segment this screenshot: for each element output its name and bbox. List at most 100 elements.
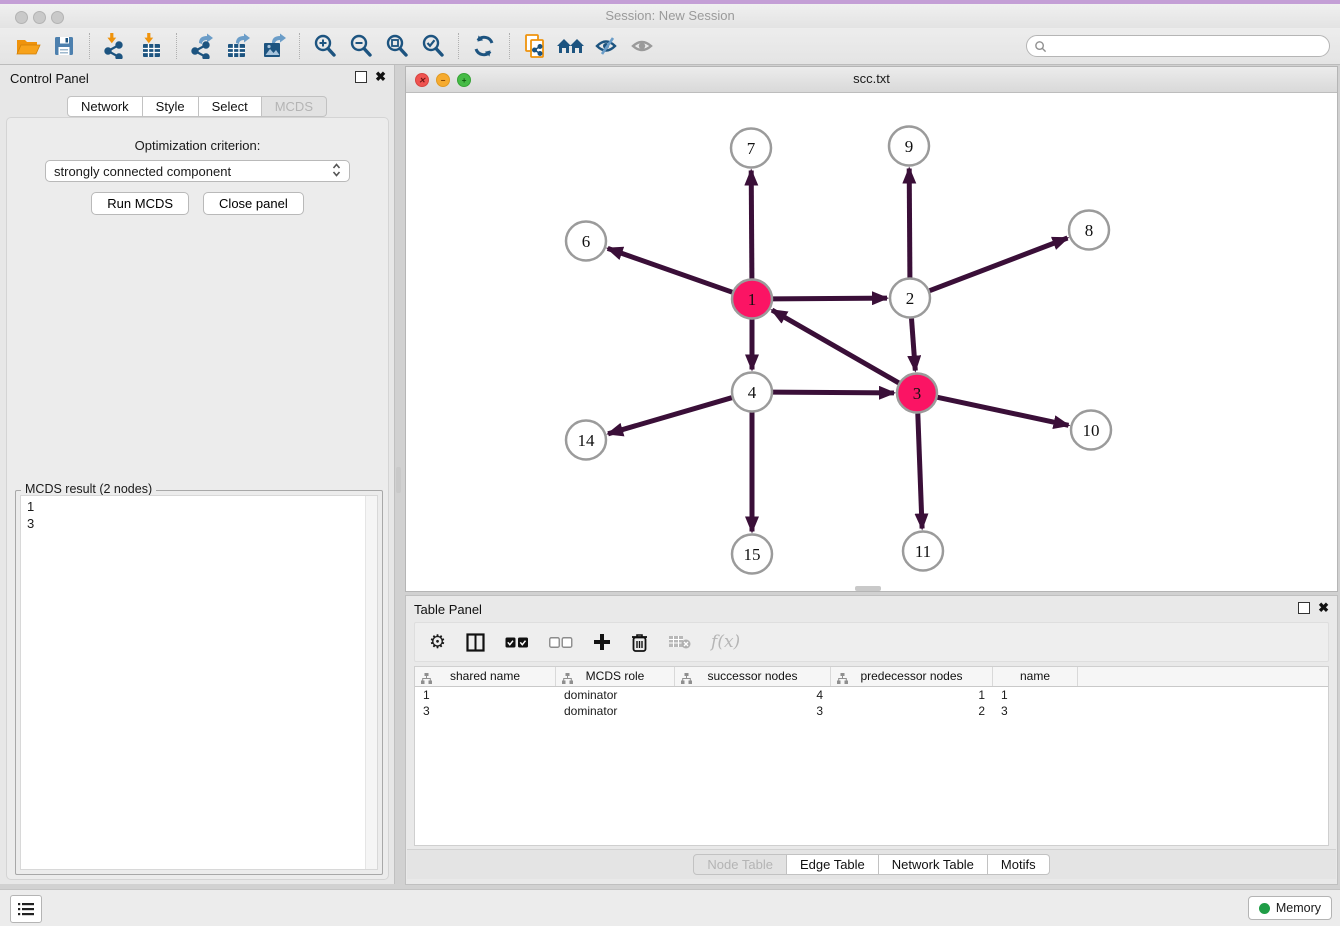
tab-motifs[interactable]: Motifs [988,854,1050,875]
column-visibility-icon[interactable] [466,633,485,652]
panel-splitter-handle[interactable] [396,467,401,493]
table-cell: dominator [556,687,675,703]
column-header-name[interactable]: name [993,667,1078,686]
graph-node-label-10: 10 [1083,421,1100,440]
open-session-button[interactable] [10,31,46,61]
graph-edge-2-8[interactable] [930,238,1068,291]
graph-edge-1-7[interactable] [751,171,752,279]
table-row[interactable]: 1dominator411 [415,687,1328,703]
task-history-button[interactable] [10,895,42,923]
column-header-MCDS-role[interactable]: MCDS role [556,667,675,686]
delete-column-trash-icon[interactable] [631,633,648,652]
table-cell: dominator [556,703,675,719]
export-network-button[interactable] [184,31,220,61]
graph-node-label-6: 6 [582,232,591,251]
mcds-result-group: MCDS result (2 nodes) 1 3 [15,490,383,875]
table-cell: 1 [993,687,1078,703]
hierarchy-icon [681,671,692,690]
tab-mcds[interactable]: MCDS [262,96,327,117]
tab-select[interactable]: Select [199,96,262,117]
function-builder-icon[interactable]: f(x) [711,632,740,652]
panel-splitter-handle[interactable] [855,586,881,591]
hierarchy-icon [421,671,432,690]
delete-table-icon[interactable] [668,635,691,649]
tab-node-table[interactable]: Node Table [693,854,787,875]
graph-node-label-7: 7 [747,139,756,158]
control-panel-tabs: NetworkStyleSelectMCDS [0,96,394,117]
graph-edge-1-2[interactable] [773,298,887,299]
search-field[interactable] [1026,35,1330,57]
zoom-selected-button[interactable] [415,31,451,61]
graph-edge-2-3[interactable] [912,318,916,370]
export-table-button[interactable] [220,31,256,61]
column-header-shared-name[interactable]: shared name [415,667,556,686]
first-neighbors-button[interactable] [553,31,589,61]
node-table[interactable]: shared nameMCDS rolesuccessor nodesprede… [414,666,1329,846]
tab-style[interactable]: Style [143,96,199,117]
table-row[interactable]: 3dominator323 [415,703,1328,719]
import-network-button[interactable] [97,31,133,61]
show-all-button[interactable] [625,31,661,61]
search-input[interactable] [1047,38,1322,54]
save-session-button[interactable] [46,31,82,61]
mcds-tab-content: Optimization criterion: strongly connect… [6,117,389,880]
control-panel-header: Control Panel ✖ [0,65,394,91]
graph-edge-3-1[interactable] [772,310,899,383]
toolbar-separator [299,33,300,59]
select-all-checkboxes-icon[interactable] [505,637,529,648]
minimize-window-button[interactable] [33,11,46,24]
zoom-out-button[interactable] [343,31,379,61]
mcds-result-text: 1 3 [21,496,377,534]
zoom-in-button[interactable] [307,31,343,61]
network-close-button[interactable]: ✕ [415,73,429,87]
table-settings-gear-icon[interactable]: ⚙ [429,633,446,652]
graph-edge-2-9[interactable] [909,169,910,278]
zoom-fit-button[interactable] [379,31,415,61]
app-window: Session: New Session [0,0,1340,926]
table-panel: Table Panel ✖ ⚙ [405,595,1338,885]
run-mcds-button[interactable]: Run MCDS [91,192,189,215]
memory-button[interactable]: Memory [1248,896,1332,920]
graph-edge-3-11[interactable] [918,414,922,529]
zoom-selected-icon [420,33,446,59]
result-scrollbar[interactable] [365,496,377,869]
close-panel-button[interactable]: Close panel [203,192,304,215]
hide-selected-button[interactable] [589,31,625,61]
close-panel-icon[interactable]: ✖ [375,71,386,83]
import-table-button[interactable] [133,31,169,61]
network-canvas[interactable]: 1234678910111415 [407,93,1336,590]
graph-edge-3-10[interactable] [938,397,1069,425]
workspace: Control Panel ✖ NetworkStyleSelectMCDS O… [0,65,1340,890]
network-maximize-button[interactable]: + [457,73,471,87]
column-header-successor-nodes[interactable]: successor nodes [675,667,831,686]
close-panel-icon[interactable]: ✖ [1318,602,1329,614]
tab-network-table[interactable]: Network Table [879,854,988,875]
criterion-value: strongly connected component [54,164,231,179]
graph-node-label-4: 4 [748,383,757,402]
export-image-button[interactable] [256,31,292,61]
zoom-window-button[interactable] [51,11,64,24]
float-panel-icon[interactable] [1298,602,1310,614]
tab-network[interactable]: Network [67,96,143,117]
new-network-from-selection-button[interactable] [517,31,553,61]
close-window-button[interactable] [15,11,28,24]
graph-node-label-14: 14 [578,431,596,450]
column-header-predecessor-nodes[interactable]: predecessor nodes [831,667,993,686]
graph-edge-4-3[interactable] [773,392,894,393]
zoom-fit-icon [384,33,410,59]
deselect-all-checkboxes-icon[interactable] [549,637,573,648]
table-cell: 2 [831,703,993,719]
tab-edge-table[interactable]: Edge Table [787,854,879,875]
criterion-select[interactable]: strongly connected component [45,160,350,182]
add-column-icon[interactable] [593,633,611,651]
float-panel-icon[interactable] [355,71,367,83]
control-panel-title: Control Panel [10,71,89,86]
search-icon [1034,40,1047,53]
graph-edge-4-14[interactable] [608,398,732,434]
refresh-button[interactable] [466,31,502,61]
memory-status-dot [1259,903,1270,914]
mcds-result-title: MCDS result (2 nodes) [21,482,156,496]
list-icon [17,902,35,916]
graph-edge-1-6[interactable] [608,248,733,292]
network-minimize-button[interactable]: − [436,73,450,87]
